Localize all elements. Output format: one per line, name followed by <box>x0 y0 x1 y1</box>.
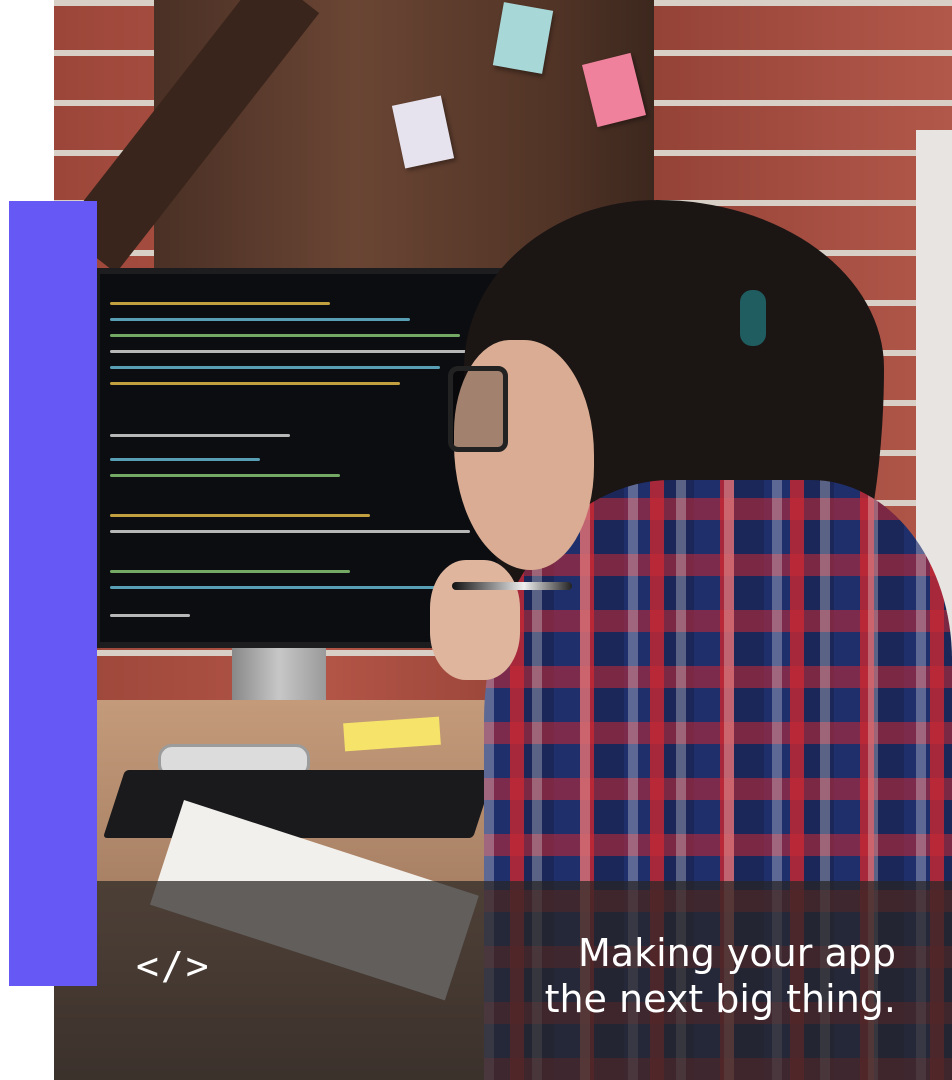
code-line <box>110 434 290 437</box>
tagline-line-1: Making your app <box>578 931 896 975</box>
code-line <box>110 530 470 533</box>
code-line <box>110 302 330 305</box>
hair-tie <box>740 290 766 346</box>
code-line <box>110 614 190 617</box>
pen <box>452 582 572 590</box>
hand <box>430 560 520 680</box>
code-line <box>110 366 440 369</box>
code-line <box>110 350 490 353</box>
code-line <box>110 474 340 477</box>
tagline-line-2: the next big thing. <box>544 977 896 1021</box>
hero-tagline: Making your app the next big thing. <box>416 930 896 1022</box>
code-line <box>110 318 410 321</box>
hero-image <box>54 0 952 1080</box>
code-line <box>110 570 350 573</box>
accent-bar <box>9 201 97 986</box>
code-line <box>110 514 370 517</box>
eyeglasses <box>448 366 508 452</box>
code-line <box>110 334 460 337</box>
code-brackets-icon: </> <box>136 944 211 988</box>
code-line <box>110 458 260 461</box>
code-line <box>110 382 400 385</box>
keyboard <box>102 770 496 838</box>
